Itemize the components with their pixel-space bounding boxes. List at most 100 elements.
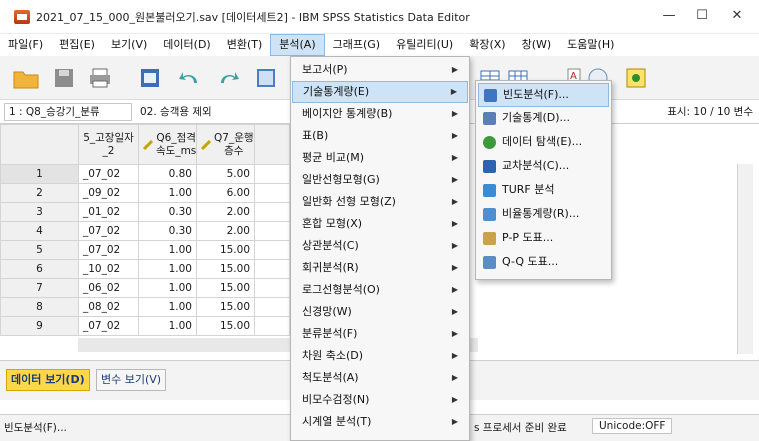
table-cell[interactable] — [254, 183, 290, 203]
table-cell[interactable]: 2.00 — [196, 202, 255, 222]
recall-dialog-icon[interactable] — [136, 64, 164, 92]
menu-item-time-series[interactable]: 시계열 분석(T) ▶ — [292, 411, 468, 433]
menu-item-bayesian[interactable]: 베이지안 통계량(B) ▶ — [292, 103, 468, 125]
tab-data-view[interactable]: 데이터 보기(D) — [6, 369, 90, 391]
row-number[interactable]: 9 — [0, 316, 79, 336]
menu-edit[interactable]: 편집(E) — [51, 34, 103, 56]
vertical-scrollbar[interactable] — [737, 164, 753, 354]
table-cell[interactable]: 6.00 — [196, 183, 255, 203]
submenu-item-descriptives[interactable]: 기술통계(D)... — [478, 107, 609, 131]
submenu-item-qq-plots[interactable]: Q-Q 도표... — [478, 251, 609, 275]
corner-cell[interactable] — [0, 124, 79, 165]
submenu-item-explore[interactable]: 데이터 탐색(E)... — [478, 131, 609, 155]
table-cell[interactable]: 15.00 — [196, 278, 255, 298]
menu-utilities[interactable]: 유틸리티(U) — [388, 34, 461, 56]
table-cell[interactable] — [254, 221, 290, 241]
table-cell[interactable]: 15.00 — [196, 259, 255, 279]
row-number[interactable]: 5 — [0, 240, 79, 260]
table-cell[interactable]: 1.00 — [138, 278, 197, 298]
submenu-item-pp-plots[interactable]: P-P 도표... — [478, 227, 609, 251]
table-cell[interactable] — [254, 297, 290, 317]
table-cell[interactable]: 1.00 — [138, 297, 197, 317]
extension-icon[interactable] — [622, 64, 650, 92]
submenu-item-turf[interactable]: TURF 분석 — [478, 179, 609, 203]
table-cell[interactable] — [254, 164, 290, 184]
table-cell[interactable]: 1.00 — [138, 240, 197, 260]
menu-item-correlate[interactable]: 상관분석(C) ▶ — [292, 235, 468, 257]
menu-data[interactable]: 데이터(D) — [155, 34, 218, 56]
table-cell[interactable]: 15.00 — [196, 297, 255, 317]
table-cell[interactable]: _06_02 — [78, 278, 139, 298]
save-icon[interactable] — [50, 64, 78, 92]
table-cell[interactable] — [254, 316, 290, 336]
column-header[interactable] — [254, 124, 290, 165]
row-number[interactable]: 6 — [0, 259, 79, 279]
row-number[interactable]: 8 — [0, 297, 79, 317]
table-cell[interactable] — [254, 259, 290, 279]
menu-file[interactable]: 파일(F) — [0, 34, 51, 56]
table-cell[interactable] — [254, 278, 290, 298]
table-cell[interactable]: _07_02 — [78, 316, 139, 336]
menu-item-loglinear[interactable]: 로그선형분석(O) ▶ — [292, 279, 468, 301]
redo-icon[interactable] — [214, 64, 242, 92]
cell-value-field[interactable]: 02. 승객용 제외 — [136, 103, 316, 121]
column-header[interactable]: Q7_운행 층수 — [196, 124, 255, 165]
table-cell[interactable] — [254, 202, 290, 222]
table-cell[interactable]: 0.80 — [138, 164, 197, 184]
menu-graphs[interactable]: 그래프(G) — [325, 34, 388, 56]
submenu-item-ratio[interactable]: 비율통계량(R)... — [478, 203, 609, 227]
row-number[interactable]: 2 — [0, 183, 79, 203]
undo-icon[interactable] — [176, 64, 204, 92]
menu-item-reports[interactable]: 보고서(P) ▶ — [292, 59, 468, 81]
table-cell[interactable]: _10_02 — [78, 259, 139, 279]
menu-item-dimension-reduction[interactable]: 차원 축소(D) ▶ — [292, 345, 468, 367]
submenu-item-crosstabs[interactable]: 교차분석(C)... — [478, 155, 609, 179]
table-cell[interactable]: _01_02 — [78, 202, 139, 222]
table-cell[interactable]: _07_02 — [78, 164, 139, 184]
table-cell[interactable]: 0.30 — [138, 221, 197, 241]
tab-variable-view[interactable]: 변수 보기(V) — [96, 369, 167, 391]
menu-item-mixed-models[interactable]: 혼합 모형(X) ▶ — [292, 213, 468, 235]
table-cell[interactable]: _07_02 — [78, 221, 139, 241]
menu-item-nonparametric-tests[interactable]: 비모수검정(N) ▶ — [292, 389, 468, 411]
menu-window[interactable]: 창(W) — [514, 34, 560, 56]
table-cell[interactable]: _08_02 — [78, 297, 139, 317]
table-cell[interactable]: 2.00 — [196, 221, 255, 241]
menu-analyze[interactable]: 분석(A) — [270, 34, 325, 56]
menu-item-generalized-linear-model[interactable]: 일반화 선형 모형(Z) ▶ — [292, 191, 468, 213]
table-cell[interactable]: _09_02 — [78, 183, 139, 203]
table-cell[interactable]: 15.00 — [196, 240, 255, 260]
column-header[interactable]: 5_고장일자 _2 — [78, 124, 139, 165]
table-cell[interactable]: 15.00 — [196, 316, 255, 336]
column-header[interactable]: Q6_점격 속도_ms — [138, 124, 197, 165]
row-number[interactable]: 7 — [0, 278, 79, 298]
menu-view[interactable]: 보기(V) — [103, 34, 155, 56]
close-button[interactable]: ✕ — [722, 8, 752, 23]
table-cell[interactable]: _07_02 — [78, 240, 139, 260]
menu-item-descriptive-statistics[interactable]: 기술통계량(E) ▶ — [292, 81, 468, 103]
menu-item-neural-networks[interactable]: 신경망(W) ▶ — [292, 301, 468, 323]
menu-item-general-linear-model[interactable]: 일반선형모형(G) ▶ — [292, 169, 468, 191]
maximize-button[interactable]: ☐ — [687, 8, 717, 23]
menu-transform[interactable]: 변환(T) — [219, 34, 271, 56]
menu-item-tables[interactable]: 표(B) ▶ — [292, 125, 468, 147]
cell-reference-field[interactable]: 1 : Q8_승강기_분류 — [4, 103, 132, 121]
table-cell[interactable]: 5.00 — [196, 164, 255, 184]
table-cell[interactable]: 1.00 — [138, 259, 197, 279]
menu-extensions[interactable]: 확장(X) — [461, 34, 513, 56]
minimize-button[interactable]: — — [654, 8, 684, 23]
row-number[interactable]: 3 — [0, 202, 79, 222]
goto-case-icon[interactable] — [252, 64, 280, 92]
table-cell[interactable]: 1.00 — [138, 183, 197, 203]
table-cell[interactable]: 1.00 — [138, 316, 197, 336]
row-number[interactable]: 4 — [0, 221, 79, 241]
print-icon[interactable] — [86, 64, 114, 92]
menu-item-compare-means[interactable]: 평균 비교(M) ▶ — [292, 147, 468, 169]
table-cell[interactable]: 0.30 — [138, 202, 197, 222]
row-number[interactable]: 1 — [0, 164, 79, 184]
table-cell[interactable] — [254, 240, 290, 260]
menu-item-regression[interactable]: 회귀분석(R) ▶ — [292, 257, 468, 279]
submenu-item-frequencies[interactable]: 빈도분석(F)... — [478, 83, 609, 107]
menu-help[interactable]: 도움말(H) — [559, 34, 622, 56]
menu-item-classify[interactable]: 분류분석(F) ▶ — [292, 323, 468, 345]
